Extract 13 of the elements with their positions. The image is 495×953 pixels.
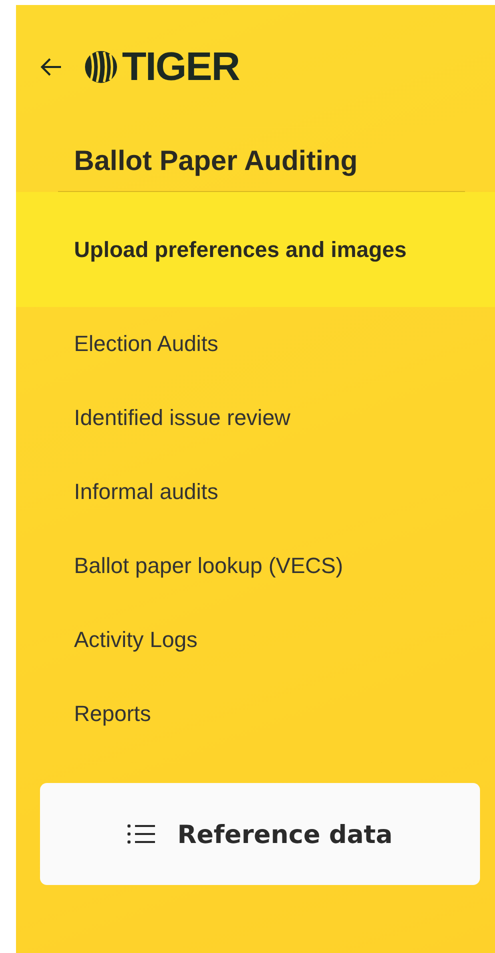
logo-wordmark: TIGER	[122, 44, 240, 90]
reference-data-button[interactable]: Reference data	[40, 783, 480, 885]
menu-item[interactable]: Ballot paper lookup (VECS)	[16, 529, 495, 603]
menu-item[interactable]: Reports	[16, 677, 495, 751]
menu-item[interactable]: Informal audits	[16, 455, 495, 529]
tiger-stripes-logo-icon	[84, 50, 118, 84]
menu-item[interactable]: Election Audits	[16, 307, 495, 381]
menu-item[interactable]: Upload preferences and images	[16, 192, 495, 307]
menu-item[interactable]: Activity Logs	[16, 603, 495, 677]
back-arrow-icon[interactable]	[40, 57, 62, 77]
section-title: Ballot Paper Auditing	[74, 145, 359, 177]
menu-item[interactable]: Identified issue review	[16, 381, 495, 455]
list-icon	[127, 823, 156, 845]
